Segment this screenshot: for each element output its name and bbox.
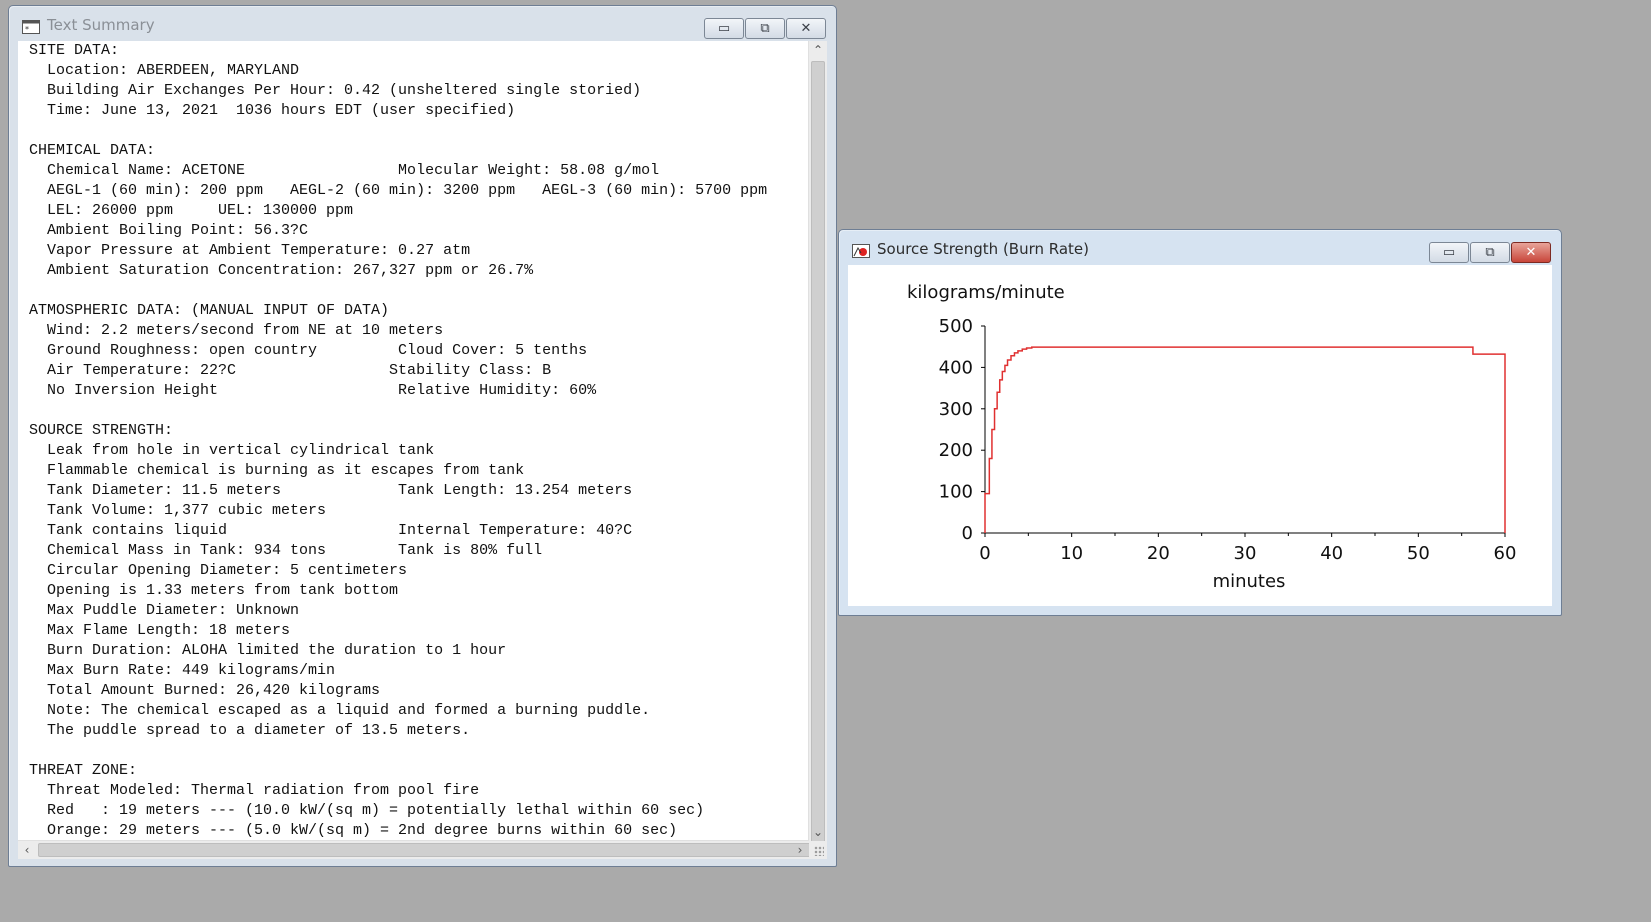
summary-line: Location: ABERDEEN, MARYLAND xyxy=(29,62,300,79)
summary-line: The puddle spread to a diameter of 13.5 … xyxy=(29,722,471,739)
x-tick-label: 0 xyxy=(979,543,990,564)
x-axis-label: minutes xyxy=(1213,571,1286,592)
close-icon: ✕ xyxy=(800,21,812,36)
summary-line: Tank Volume: 1,377 cubic meters xyxy=(29,502,327,519)
summary-line: Building Air Exchanges Per Hour: 0.42 (u… xyxy=(29,82,642,99)
chart-axes xyxy=(984,326,1505,534)
summary-line: Max Flame Length: 18 meters xyxy=(29,622,291,639)
summary-line: LEL: 26000 ppm UEL: 130000 ppm xyxy=(29,202,354,219)
summary-line: Tank contains liquid Internal Temperatur… xyxy=(29,522,633,539)
scroll-right-arrow-icon[interactable]: › xyxy=(791,841,809,859)
summary-line: Vapor Pressure at Ambient Temperature: 0… xyxy=(29,242,471,259)
burn-rate-chart: kilograms/minute minutes 010020030040050… xyxy=(907,282,1517,592)
title-bar[interactable]: * Text Summary ▭ ⧉ ✕ xyxy=(9,6,836,46)
scroll-left-arrow-icon[interactable]: ‹ xyxy=(18,841,36,859)
summary-line: Note: The chemical escaped as a liquid a… xyxy=(29,702,651,719)
close-button[interactable]: ✕ xyxy=(786,18,826,39)
summary-line: Ground Roughness: open country Cloud Cov… xyxy=(29,342,588,359)
summary-line: CHEMICAL DATA: xyxy=(29,142,156,159)
burn-rate-line xyxy=(984,346,1506,533)
summary-line: SOURCE STRENGTH: xyxy=(29,422,174,439)
close-icon: ✕ xyxy=(1525,245,1537,260)
summary-line: Opening is 1.33 meters from tank bottom xyxy=(29,582,399,599)
y-tick-label: 200 xyxy=(939,440,973,461)
minimize-icon: ▭ xyxy=(717,21,731,36)
summary-line: Leak from hole in vertical cylindrical t… xyxy=(29,442,435,459)
summary-line: Circular Opening Diameter: 5 centimeters xyxy=(29,562,408,579)
summary-line: Time: June 13, 2021 1036 hours EDT (user… xyxy=(29,102,516,119)
chart-caption-buttons: ▭ ⧉ ✕ xyxy=(1428,242,1551,264)
vertical-scrollbar[interactable]: ⌃ ⌄ xyxy=(808,41,827,857)
chart-ticks: 0 100 200 300 400 500 0 10 20 30 40 50 60 xyxy=(939,316,1517,564)
x-tick-label: 50 xyxy=(1407,543,1430,564)
vertical-scroll-thumb[interactable] xyxy=(811,61,825,857)
summary-line: Red : 19 meters --- (10.0 kW/(sq m) = po… xyxy=(29,802,705,819)
summary-line: Ambient Boiling Point: 56.3?C xyxy=(29,222,309,239)
resize-grip-icon[interactable] xyxy=(809,841,827,859)
summary-line xyxy=(29,401,809,421)
summary-line: Tank Diameter: 11.5 meters Tank Length: … xyxy=(29,482,633,499)
horizontal-scrollbar[interactable]: ‹ › xyxy=(18,840,814,859)
summary-line xyxy=(29,121,809,141)
y-tick-label: 0 xyxy=(962,523,973,544)
summary-line: No Inversion Height Relative Humidity: 6… xyxy=(29,382,597,399)
caption-buttons: ▭ ⧉ ✕ xyxy=(703,18,826,40)
chart-title-bar[interactable]: Source Strength (Burn Rate) ▭ ⧉ ✕ xyxy=(839,230,1561,270)
summary-line: Air Temperature: 22?C Stability Class: B xyxy=(29,362,552,379)
summary-line: Threat Modeled: Thermal radiation from p… xyxy=(29,782,480,799)
summary-line xyxy=(29,281,809,301)
chart-app-icon xyxy=(852,244,870,258)
maximize-icon: ⧉ xyxy=(760,21,770,36)
window-app-icon: * xyxy=(22,20,40,34)
y-axis-label: kilograms/minute xyxy=(907,282,1065,303)
horizontal-scroll-thumb[interactable] xyxy=(38,843,814,857)
chart-close-button[interactable]: ✕ xyxy=(1511,242,1551,263)
chart-client: kilograms/minute minutes 0 100 200 300 400 50… xyxy=(848,265,1552,606)
summary-line: Chemical Name: ACETONE Molecular Weight:… xyxy=(29,162,660,179)
summary-line: Burn Duration: ALOHA limited the duratio… xyxy=(29,642,507,659)
text-summary-window: * Text Summary ▭ ⧉ ✕ SITE DATA: Location… xyxy=(8,5,837,867)
x-tick-label: 30 xyxy=(1234,543,1257,564)
scroll-up-arrow-icon[interactable]: ⌃ xyxy=(809,41,827,59)
summary-line: AEGL-1 (60 min): 200 ppm AEGL-2 (60 min)… xyxy=(29,182,768,199)
summary-line: Chemical Mass in Tank: 934 tons Tank is … xyxy=(29,542,543,559)
minimize-button[interactable]: ▭ xyxy=(704,18,744,39)
y-tick-label: 400 xyxy=(939,357,973,378)
summary-line: Max Puddle Diameter: Unknown xyxy=(29,602,300,619)
summary-line: SITE DATA: xyxy=(29,42,120,59)
summary-text-area[interactable]: SITE DATA: Location: ABERDEEN, MARYLAND … xyxy=(18,41,809,841)
summary-line: Wind: 2.2 meters/second from NE at 10 me… xyxy=(29,322,444,339)
chart-maximize-button[interactable]: ⧉ xyxy=(1470,242,1510,263)
summary-line: Flammable chemical is burning as it esca… xyxy=(29,462,525,479)
chart-window-title: Source Strength (Burn Rate) xyxy=(877,240,1090,258)
summary-line: Max Burn Rate: 449 kilograms/min xyxy=(29,662,336,679)
summary-line: ATMOSPHERIC DATA: (MANUAL INPUT OF DATA) xyxy=(29,302,390,319)
summary-line: Orange: 29 meters --- (5.0 kW/(sq m) = 2… xyxy=(29,822,678,839)
x-tick-label: 40 xyxy=(1320,543,1343,564)
text-summary-client: SITE DATA: Location: ABERDEEN, MARYLAND … xyxy=(18,41,827,859)
source-strength-window: Source Strength (Burn Rate) ▭ ⧉ ✕ kilogr… xyxy=(838,229,1562,616)
maximize-icon: ⧉ xyxy=(1485,245,1495,260)
summary-line xyxy=(29,741,809,761)
minimize-icon: ▭ xyxy=(1442,245,1456,260)
y-tick-label: 100 xyxy=(939,482,973,503)
scroll-down-arrow-icon[interactable]: ⌄ xyxy=(809,823,827,841)
y-tick-label: 500 xyxy=(939,316,973,337)
summary-line: Ambient Saturation Concentration: 267,32… xyxy=(29,262,534,279)
window-title: Text Summary xyxy=(47,16,155,34)
summary-line: THREAT ZONE: xyxy=(29,762,138,779)
x-tick-label: 20 xyxy=(1147,543,1170,564)
x-tick-label: 10 xyxy=(1060,543,1083,564)
chart-minimize-button[interactable]: ▭ xyxy=(1429,242,1469,263)
maximize-button[interactable]: ⧉ xyxy=(745,18,785,39)
y-tick-label: 300 xyxy=(939,399,973,420)
summary-line: Total Amount Burned: 26,420 kilograms xyxy=(29,682,381,699)
x-tick-label: 60 xyxy=(1494,543,1517,564)
svg-text:*: * xyxy=(25,25,29,34)
